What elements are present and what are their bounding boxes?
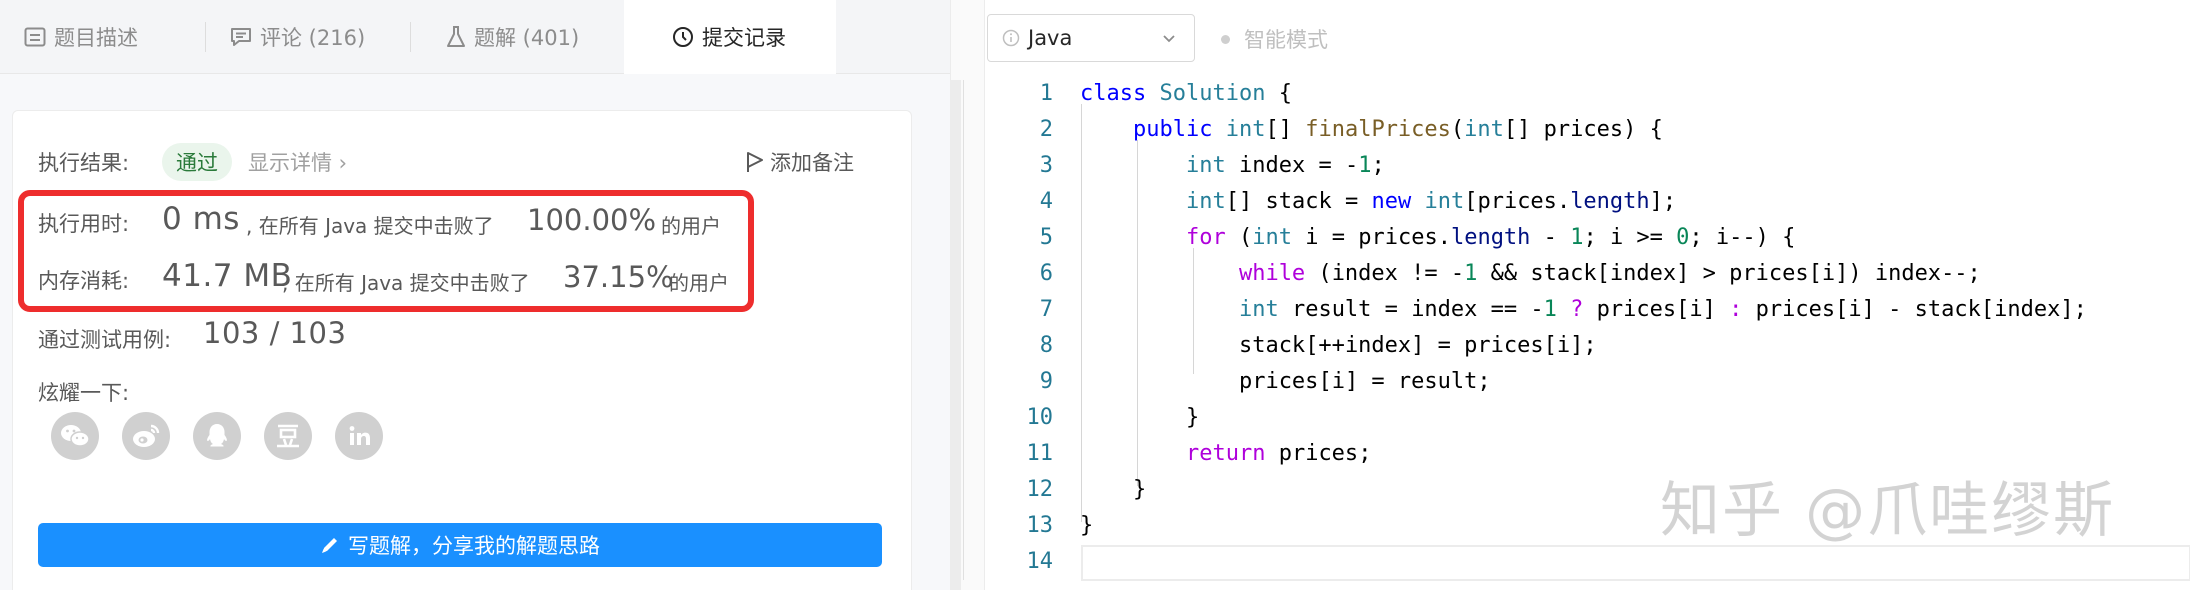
tab-submissions-label: 提交记录 [702,25,786,50]
line-number: 7 [1039,297,1053,322]
pane-splitter[interactable] [950,0,985,590]
tab-bar: 题目描述 评论 (216) 题解 (401) 提交记录 [0,0,950,74]
comment-icon [231,28,251,46]
line-number: 2 [1039,117,1053,142]
line-number: 9 [1039,369,1053,394]
add-note-label: 添加备注 [770,151,854,175]
write-solution-button[interactable]: 写题解，分享我的解题思路 [38,523,882,567]
chevron-down-icon [1163,35,1175,43]
douban-icon [277,424,299,448]
code-line[interactable]: public int[] finalPrices(int[] prices) { [1080,117,1663,142]
code-line[interactable]: class Solution { [1080,81,1292,106]
code-line[interactable]: int[] stack = new int[prices.length]; [1080,189,1676,214]
share-douban-button[interactable] [264,412,312,460]
language-value: Java [1028,26,1073,50]
flag-icon [747,152,763,172]
qq-icon [207,424,227,447]
info-icon [1002,29,1020,47]
tab-description-label: 题目描述 [54,26,138,50]
language-select[interactable]: Java [987,14,1195,62]
left-scrollbar[interactable] [951,80,961,590]
code-line[interactable]: prices[i] = result; [1080,369,1491,394]
code-line[interactable]: } [1080,405,1199,430]
show-details-link[interactable]: 显示详情 › [248,147,347,177]
share-qq-button[interactable] [193,412,241,460]
result-label: 执行结果: [38,151,130,175]
add-note-button[interactable]: 添加备注 [746,147,854,177]
code-line[interactable]: while (index != -1 && stack[index] > pri… [1080,261,1981,286]
flask-icon [447,26,465,47]
share-label: 炫耀一下: [38,381,130,405]
code-line[interactable]: int result = index == -1 ? prices[i] : p… [1080,297,2087,322]
tab-solutions[interactable]: 题解 (401) [446,0,579,74]
code-line[interactable]: stack[++index] = prices[i]; [1080,333,1597,358]
code-line[interactable]: return prices; [1080,441,1371,466]
description-icon [24,27,46,47]
code-line[interactable]: } [1080,477,1146,502]
clock-icon [673,26,693,47]
smart-mode-toggle[interactable]: 智能模式 [1221,24,1328,54]
splitter-grip [963,80,964,580]
tab-comments[interactable]: 评论 (216) [230,0,365,74]
tab-description[interactable]: 题目描述 [24,0,138,74]
line-number: 5 [1039,225,1053,250]
weibo-icon [133,424,160,447]
line-number: 6 [1039,261,1053,286]
line-number: 4 [1039,189,1053,214]
linkedin-icon [349,426,370,445]
share-linkedin-button[interactable] [335,412,383,460]
smart-mode-label: 智能模式 [1244,28,1328,52]
code-line[interactable]: } [1080,513,1093,538]
tab-comments-label: 评论 (216) [260,26,366,50]
line-number: 14 [1026,549,1054,574]
current-line-highlight [1081,545,2190,581]
wechat-icon [61,425,90,447]
tab-divider [410,22,411,52]
line-number: 10 [1026,405,1054,430]
status-badge: 通过 [162,143,232,181]
line-number: 3 [1039,153,1053,178]
line-number: 13 [1026,513,1054,538]
code-line[interactable]: int index = -1; [1080,153,1385,178]
highlight-box [18,190,754,312]
left-panel: 题目描述 评论 (216) 题解 (401) 提交记录 执行结果: 通过 显示详… [0,0,950,590]
tab-divider [205,22,206,52]
tests-label: 通过测试用例: [38,328,172,352]
write-solution-label: 写题解，分享我的解题思路 [348,534,600,558]
tests-value: 103 / 103 [203,316,347,350]
line-number: 1 [1039,81,1053,106]
tab-solutions-label: 题解 (401) [474,26,580,50]
pencil-icon [322,538,337,553]
status-dot-icon [1221,34,1230,44]
editor-toolbar: Java 智能模式 [985,0,2190,74]
tab-submissions[interactable]: 提交记录 [624,0,836,74]
share-wechat-button[interactable] [51,412,99,460]
share-weibo-button[interactable] [122,412,170,460]
watermark: 知乎 @爪哇缪斯 [1660,476,2116,546]
code-line[interactable]: for (int i = prices.length - 1; i >= 0; … [1080,225,1795,250]
line-number: 12 [1026,477,1054,502]
line-number: 8 [1039,333,1053,358]
line-number: 11 [1026,441,1054,466]
